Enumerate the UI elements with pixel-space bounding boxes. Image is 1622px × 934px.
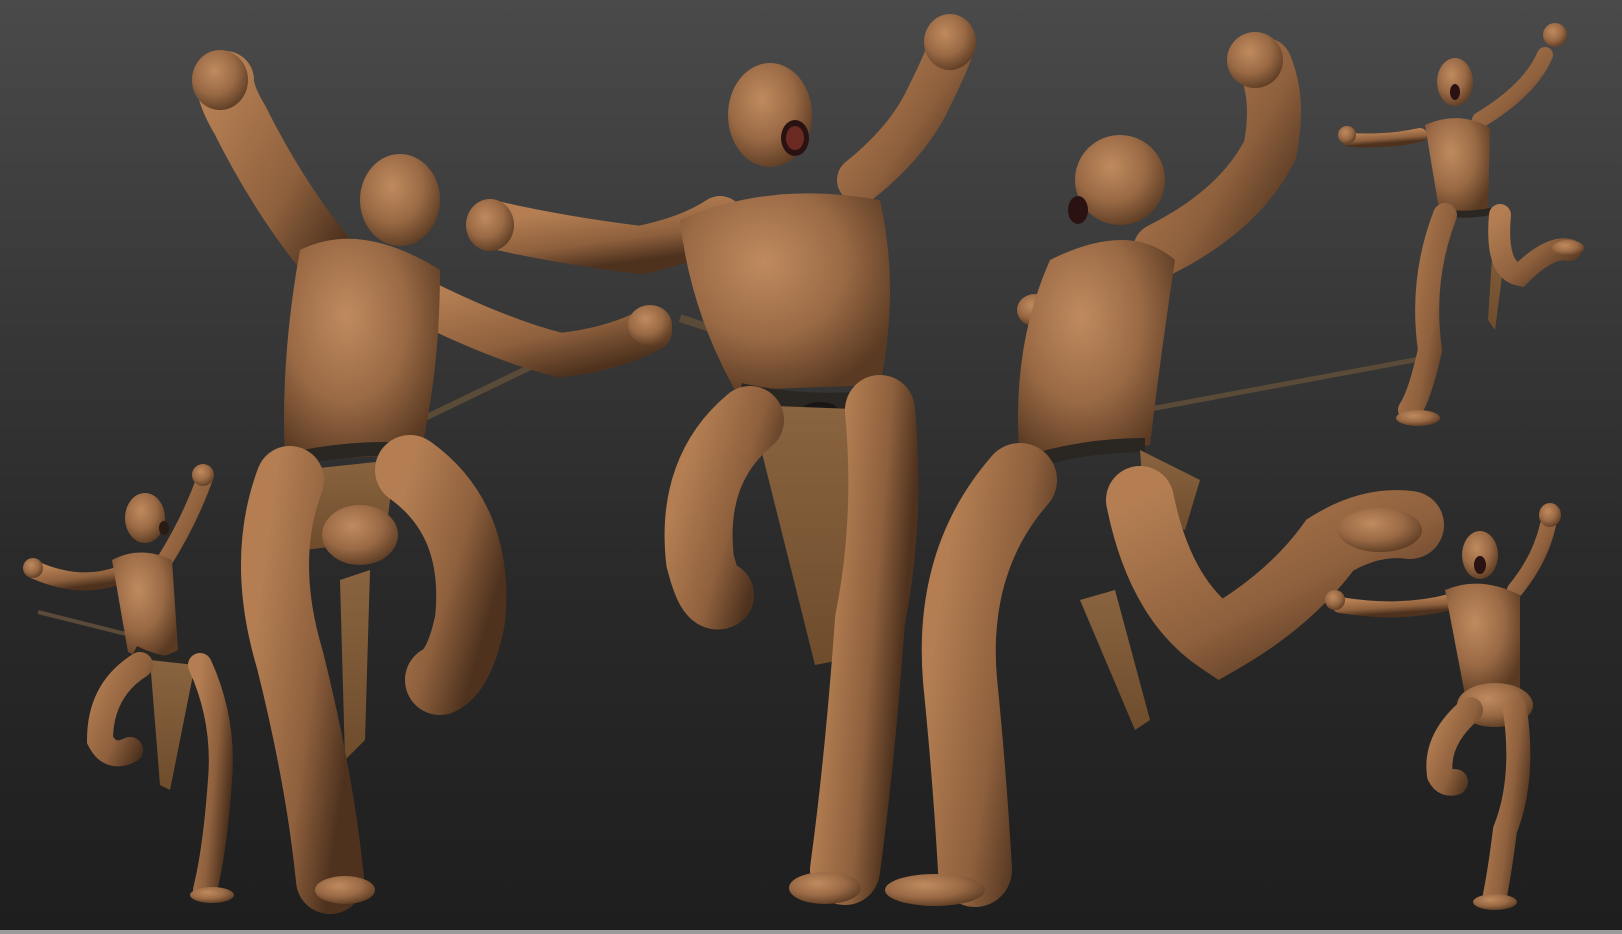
spear-shaft: [1144, 355, 1426, 413]
side-view-figure[interactable]: [885, 32, 1444, 907]
front-view-figure[interactable]: [466, 14, 976, 905]
render-canvas: [23, 14, 1584, 914]
back-view-figure[interactable]: [192, 50, 672, 914]
small-front-left-figure[interactable]: [23, 464, 234, 903]
zbrush-render-viewport[interactable]: [0, 0, 1622, 934]
